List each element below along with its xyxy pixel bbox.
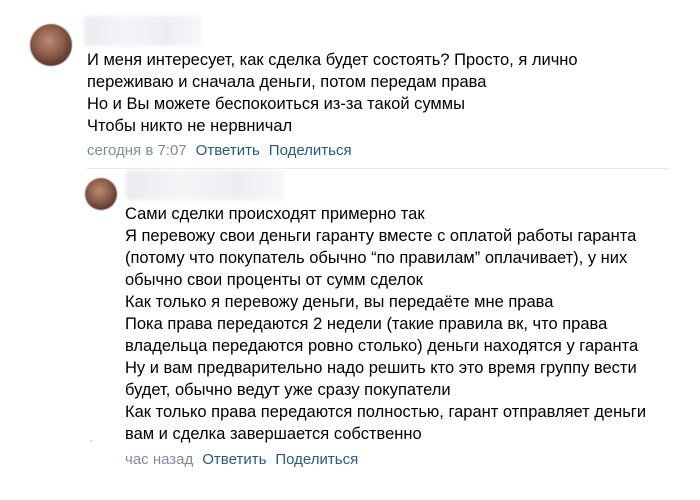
comment-line: Как только права передаются полностью, г… bbox=[125, 403, 647, 421]
comment-line: (потому что покупатель обычно “по правил… bbox=[125, 249, 628, 267]
comment-line: Я перевожу свои деньги гаранту вместе с … bbox=[125, 227, 637, 245]
divider bbox=[87, 168, 670, 169]
timestamp[interactable]: сегодня в 7:07 bbox=[87, 142, 187, 159]
share-link[interactable]: Поделиться bbox=[275, 451, 358, 468]
comment-line: Ну и вам предварительно надо решить кто … bbox=[125, 359, 637, 377]
comment-line: Как только я перевожу деньги, вы передаё… bbox=[125, 293, 554, 311]
share-link[interactable]: Поделиться bbox=[269, 142, 352, 159]
comment-line: Сами сделки происходят примерно так bbox=[125, 205, 425, 223]
comment-line: И меня интересует, как сделка будет сост… bbox=[87, 51, 578, 69]
comment-line: вам и сделка завершается собственно bbox=[125, 425, 422, 443]
reply-link[interactable]: Ответить bbox=[196, 142, 260, 159]
author-name[interactable] bbox=[84, 16, 202, 46]
decorative-dot bbox=[90, 440, 92, 442]
comment-meta: сегодня в 7:07 Ответить Поделиться bbox=[87, 141, 361, 161]
comment-line: Пока права передаются 2 недели (такие пр… bbox=[125, 315, 608, 333]
comment-text: Сами сделки происходят примерно так Я пе… bbox=[125, 203, 646, 445]
comment-line: Но и Вы можете беспокоиться из-за такой … bbox=[87, 95, 465, 113]
avatar[interactable] bbox=[85, 178, 117, 210]
comment-line: владельца передаются ровно столько) день… bbox=[125, 337, 639, 355]
timestamp[interactable]: час назад bbox=[125, 451, 193, 468]
comment-text: И меня интересует, как сделка будет сост… bbox=[87, 49, 578, 137]
comment-line: обычно свои проценты от сумм сделок bbox=[125, 271, 423, 289]
reply-link[interactable]: Ответить bbox=[202, 451, 266, 468]
comment-line: будет, обычно ведут уже сразу покупатели bbox=[125, 381, 451, 399]
author-name[interactable] bbox=[126, 170, 284, 200]
comment-meta: час назад Ответить Поделиться bbox=[125, 450, 367, 470]
avatar[interactable] bbox=[30, 24, 72, 66]
comment-line: Чтобы никто не нервничал bbox=[87, 117, 293, 135]
comment-line: переживаю и сначала деньги, потом переда… bbox=[87, 73, 487, 91]
